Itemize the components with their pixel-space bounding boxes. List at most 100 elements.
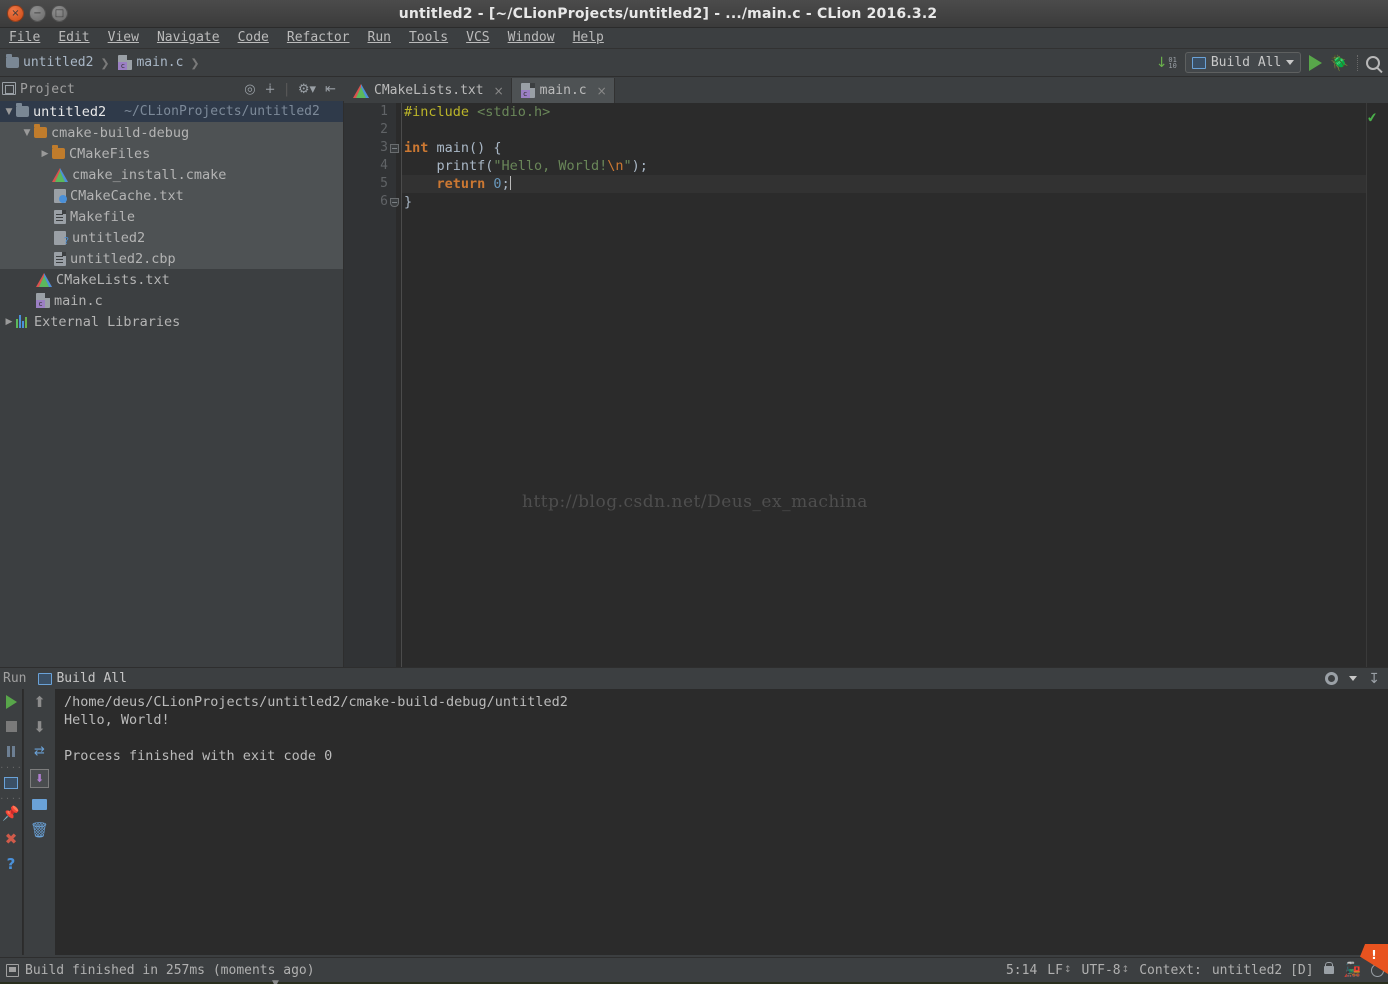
collapse-all-icon[interactable]: ∔ — [265, 83, 276, 96]
scroll-up-icon[interactable]: ⬆ — [24, 689, 55, 714]
menu-item-tools[interactable]: Tools — [400, 28, 457, 48]
menu-item-vcs[interactable]: VCS — [457, 28, 498, 48]
menu-item-run[interactable]: Run — [359, 28, 400, 48]
navbar-actions: ↓ 01 10 Build All 🪲 — [1156, 52, 1388, 73]
tree-node-untitled2-binary[interactable]: untitled2 — [0, 227, 344, 248]
lock-icon[interactable] — [1323, 962, 1334, 974]
status-dropdown-arrow-icon[interactable]: ▼ — [272, 979, 279, 984]
menu-item-window[interactable]: Window — [499, 28, 564, 48]
window-title: untitled2 - [~/CLionProjects/untitled2] … — [398, 5, 938, 22]
encoding-chevron-icon[interactable]: ↕ — [1122, 965, 1130, 975]
line-separator[interactable]: LF — [1047, 963, 1063, 978]
run-panel-left-toolbar: ······ ······ 📌 ✖ ? — [0, 689, 29, 955]
tree-node-cmake-build-debug[interactable]: ▼ cmake-build-debug — [0, 122, 344, 143]
tab-main-c[interactable]: main.c × — [511, 78, 615, 103]
settings-gear-icon[interactable] — [1325, 672, 1339, 685]
menu-item-view[interactable]: View — [99, 28, 148, 48]
run-tab-build-all[interactable]: Build All — [38, 671, 127, 686]
tab-cmakelists[interactable]: CMakeLists.txt × — [344, 78, 512, 103]
target-icon[interactable]: ◎ — [244, 83, 255, 96]
text-file-icon — [54, 209, 66, 224]
search-icon[interactable] — [1366, 55, 1380, 70]
window-minimize-button[interactable]: − — [29, 5, 46, 22]
console-icon[interactable] — [0, 770, 22, 795]
menu-item-file[interactable]: File — [0, 28, 49, 48]
editor-gutter[interactable]: 1 2 3 4 5 6 — [344, 103, 396, 667]
run-button[interactable] — [1309, 54, 1323, 71]
scroll-down-icon[interactable]: ⬇ — [24, 714, 55, 739]
menu-item-code[interactable]: Code — [229, 28, 278, 48]
scroll-to-end-icon[interactable]: ⬇ — [24, 764, 55, 792]
menu-item-refactor[interactable]: Refactor — [278, 28, 359, 48]
fold-end-icon[interactable]: − — [390, 198, 399, 207]
window-close-button[interactable]: × — [7, 5, 24, 22]
line-number: 6 — [380, 194, 388, 209]
tree-node-external-libraries[interactable]: ▶ External Libraries — [0, 311, 344, 332]
settings-gear-icon[interactable]: ⚙▾ — [298, 83, 316, 96]
run-panel-header: Run Build All ↧ — [0, 667, 1388, 689]
pin-icon[interactable]: 📌 — [0, 801, 22, 826]
toolbar-divider-2: ······ — [0, 793, 29, 803]
tree-node-makefile[interactable]: Makefile — [0, 206, 344, 227]
menu-item-edit[interactable]: Edit — [49, 28, 98, 48]
hide-panel-icon[interactable]: ⇤ — [325, 83, 336, 96]
console-line-3 — [64, 729, 1388, 747]
stop-icon[interactable] — [0, 714, 22, 739]
tree-node-untitled2-cbp[interactable]: untitled2.cbp — [0, 248, 344, 269]
menu-label-code: Code — [237, 30, 269, 45]
tree-node-main-c[interactable]: main.c — [0, 290, 344, 311]
tree-node-cmakelists[interactable]: CMakeLists.txt — [0, 269, 344, 290]
train-icon[interactable]: 🚂 — [1344, 962, 1361, 978]
minimize-icon: − — [33, 8, 42, 19]
tree-node-cmakecache[interactable]: CMakeCache.txt — [0, 185, 344, 206]
hide-panel-icon[interactable]: ↧ — [1368, 671, 1380, 687]
context-value[interactable]: untitled2 [D] — [1212, 963, 1314, 978]
rerun-icon[interactable] — [0, 689, 22, 714]
inspection-ok-icon[interactable]: ✔ — [1366, 110, 1379, 126]
print-icon[interactable] — [24, 792, 55, 817]
cmake-icon — [52, 167, 68, 182]
chevron-collapsed-icon[interactable]: ▶ — [2, 317, 16, 327]
code-editor[interactable]: 1 2 3 4 5 6 − − #include <stdio.h> int m… — [344, 103, 1388, 667]
breadcrumb-file[interactable]: main.c — [112, 55, 185, 70]
close-icon[interactable]: ✖ — [0, 826, 22, 851]
status-message[interactable]: Build finished in 257ms (moments ago) — [25, 963, 315, 978]
tree-node-cmakefiles[interactable]: ▶ CMakeFiles — [0, 143, 344, 164]
breadcrumb-project[interactable]: untitled2 — [0, 54, 95, 70]
memory-icon[interactable] — [6, 963, 19, 977]
run-configuration-selector[interactable]: Build All — [1184, 52, 1302, 73]
tab-close-icon-cmakelists[interactable]: × — [489, 84, 504, 98]
update-project-icon[interactable]: ↓ 01 10 — [1156, 56, 1177, 70]
debug-button[interactable]: 🪲 — [1330, 54, 1349, 72]
pause-icon[interactable] — [0, 739, 22, 764]
menu-item-navigate[interactable]: Navigate — [148, 28, 229, 48]
project-panel-actions: ◎ ∔ | ⚙▾ ⇤ — [244, 83, 344, 96]
chevron-expanded-icon[interactable]: ▼ — [20, 128, 34, 138]
toolbar-divider: ······ — [0, 762, 29, 772]
encoding[interactable]: UTF-8 — [1082, 963, 1121, 978]
c-file-icon — [36, 293, 50, 308]
caret-position[interactable]: 5:14 — [1006, 963, 1037, 978]
menu-label-navigate: Navigate — [156, 30, 220, 45]
trash-icon[interactable]: 🗑 — [24, 817, 55, 842]
tree-subtitle-project-path: ~/CLionProjects/untitled2 — [124, 104, 320, 119]
chevron-down-icon[interactable] — [1349, 676, 1358, 681]
line-separator-chevron-icon[interactable]: ↕ — [1064, 965, 1072, 975]
tree-node-cmake-install[interactable]: cmake_install.cmake — [0, 164, 344, 185]
chevron-expanded-icon[interactable]: ▼ — [2, 107, 16, 117]
project-tree[interactable]: ▼ untitled2 ~/CLionProjects/untitled2 ▼ … — [0, 101, 344, 667]
window-maximize-button[interactable]: □ — [51, 5, 68, 22]
menu-label-file: File — [9, 30, 41, 45]
chevron-collapsed-icon[interactable]: ▶ — [38, 149, 52, 159]
editor-text-area[interactable]: #include <stdio.h> int main() { printf("… — [402, 103, 1388, 667]
editor-scroll-rail[interactable] — [1366, 103, 1388, 667]
watermark-text: http://blog.csdn.net/Deus_ex_machina — [522, 492, 868, 512]
tab-close-icon-main-c[interactable]: × — [592, 84, 607, 98]
soft-wrap-icon[interactable]: ⇄ — [24, 739, 55, 764]
run-console-output[interactable]: /home/deus/CLionProjects/untitled2/cmake… — [56, 689, 1388, 955]
tree-node-untitled2-root[interactable]: ▼ untitled2 ~/CLionProjects/untitled2 — [0, 101, 344, 122]
menu-item-help[interactable]: Help — [564, 28, 613, 48]
help-icon[interactable]: ? — [0, 851, 22, 876]
fold-collapse-icon[interactable]: − — [390, 144, 399, 153]
